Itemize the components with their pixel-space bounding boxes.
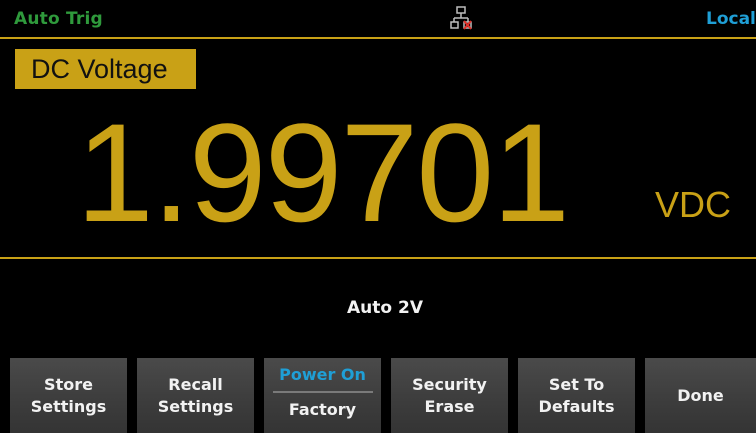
power-on-button[interactable]: Power On Factory <box>264 358 381 433</box>
header-divider <box>0 37 756 39</box>
softkey-label-line1: Recall <box>168 374 223 394</box>
store-settings-button[interactable]: Store Settings <box>10 358 127 433</box>
softkey-divider <box>272 391 373 393</box>
trigger-mode-indicator: Auto Trig <box>14 9 103 29</box>
recall-settings-button[interactable]: Recall Settings <box>137 358 254 433</box>
set-to-defaults-button[interactable]: Set To Defaults <box>518 358 635 433</box>
range-indicator: Auto 2V <box>347 298 423 318</box>
softkey-label-line1: Set To <box>548 374 605 394</box>
status-bar: Auto Trig Local <box>0 0 756 36</box>
softkey-label-line1: Store <box>44 374 93 394</box>
function-label: DC Voltage <box>15 49 196 89</box>
softkey-label-line2: Defaults <box>538 396 615 416</box>
done-button[interactable]: Done <box>645 358 756 433</box>
softkey-label-line2: Settings <box>157 396 234 416</box>
reading-divider <box>0 257 756 259</box>
power-on-value: Factory <box>288 400 357 419</box>
main-reading: 1.99701 <box>76 94 570 251</box>
softkey-label-line1: Security <box>412 374 487 394</box>
reading-unit: VDC <box>655 184 732 225</box>
lan-disconnected-icon <box>450 6 472 30</box>
softkey-label: Done <box>677 385 724 405</box>
meter-display: Auto Trig Local DC Voltage 1.99701 VDC A… <box>0 0 756 433</box>
remote-state-indicator: Local <box>706 9 756 29</box>
power-on-label: Power On <box>279 365 366 384</box>
softkey-label-line2: Erase <box>424 396 475 416</box>
security-erase-button[interactable]: Security Erase <box>391 358 508 433</box>
softkey-label-line2: Settings <box>30 396 107 416</box>
